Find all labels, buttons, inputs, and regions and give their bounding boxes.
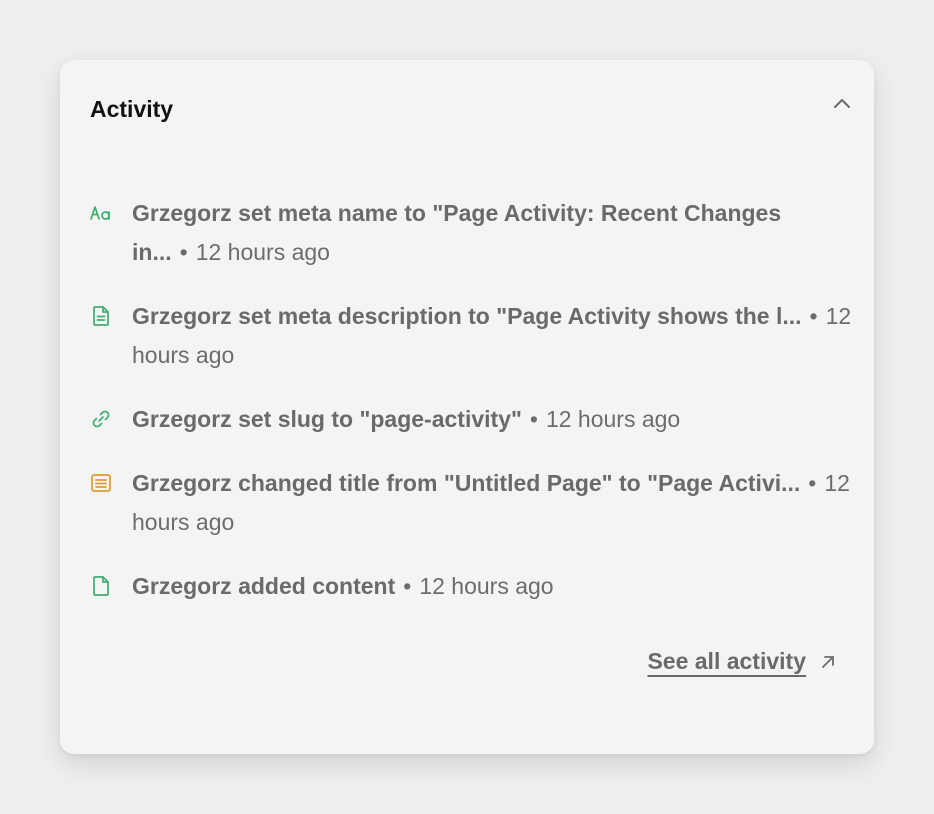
activity-description: Grzegorz set slug to "page-activity" <box>132 406 522 432</box>
activity-text: Grzegorz set slug to "page-activity" • 12 … <box>132 400 680 439</box>
collapse-button[interactable] <box>828 92 856 120</box>
see-all-activity-link[interactable]: See all activity <box>647 648 838 675</box>
separator-dot: • <box>403 573 412 599</box>
chevron-up-icon <box>831 93 853 120</box>
activity-text: Grzegorz changed title from "Untitled Pa… <box>132 464 858 542</box>
panel-title: Activity <box>90 96 174 122</box>
activity-list: Grzegorz set meta name to "Page Activity… <box>88 194 858 631</box>
title-list-icon <box>88 470 114 496</box>
separator-dot: • <box>808 470 817 496</box>
activity-description: Grzegorz set meta description to "Page A… <box>132 303 802 329</box>
activity-item-title: Grzegorz changed title from "Untitled Pa… <box>88 464 858 542</box>
see-all-label: See all activity <box>647 648 806 674</box>
arrow-up-right-icon <box>818 652 838 672</box>
activity-description: Grzegorz added content <box>132 573 396 599</box>
activity-description: Grzegorz changed title from "Untitled Pa… <box>132 470 801 496</box>
text-format-icon <box>88 200 114 226</box>
activity-time: 12 hours ago <box>195 239 330 265</box>
separator-dot: • <box>179 239 188 265</box>
activity-text: Grzegorz set meta description to "Page A… <box>132 297 858 375</box>
activity-panel: Activity Grzegorz set meta name to "Page… <box>60 60 874 754</box>
separator-dot: • <box>529 406 538 432</box>
link-icon <box>88 406 114 432</box>
activity-text: Grzegorz added content • 12 hours ago <box>132 567 554 606</box>
activity-item-content: Grzegorz added content • 12 hours ago <box>88 567 858 606</box>
document-icon <box>88 573 114 599</box>
activity-item-slug: Grzegorz set slug to "page-activity" • 12 … <box>88 400 858 439</box>
document-lines-icon <box>88 303 114 329</box>
activity-item-meta-description: Grzegorz set meta description to "Page A… <box>88 297 858 375</box>
activity-time: 12 hours ago <box>545 406 681 432</box>
activity-time: 12 hours ago <box>419 573 554 599</box>
separator-dot: • <box>809 303 818 329</box>
activity-item-meta-name: Grzegorz set meta name to "Page Activity… <box>88 194 858 272</box>
activity-text: Grzegorz set meta name to "Page Activity… <box>132 194 858 272</box>
